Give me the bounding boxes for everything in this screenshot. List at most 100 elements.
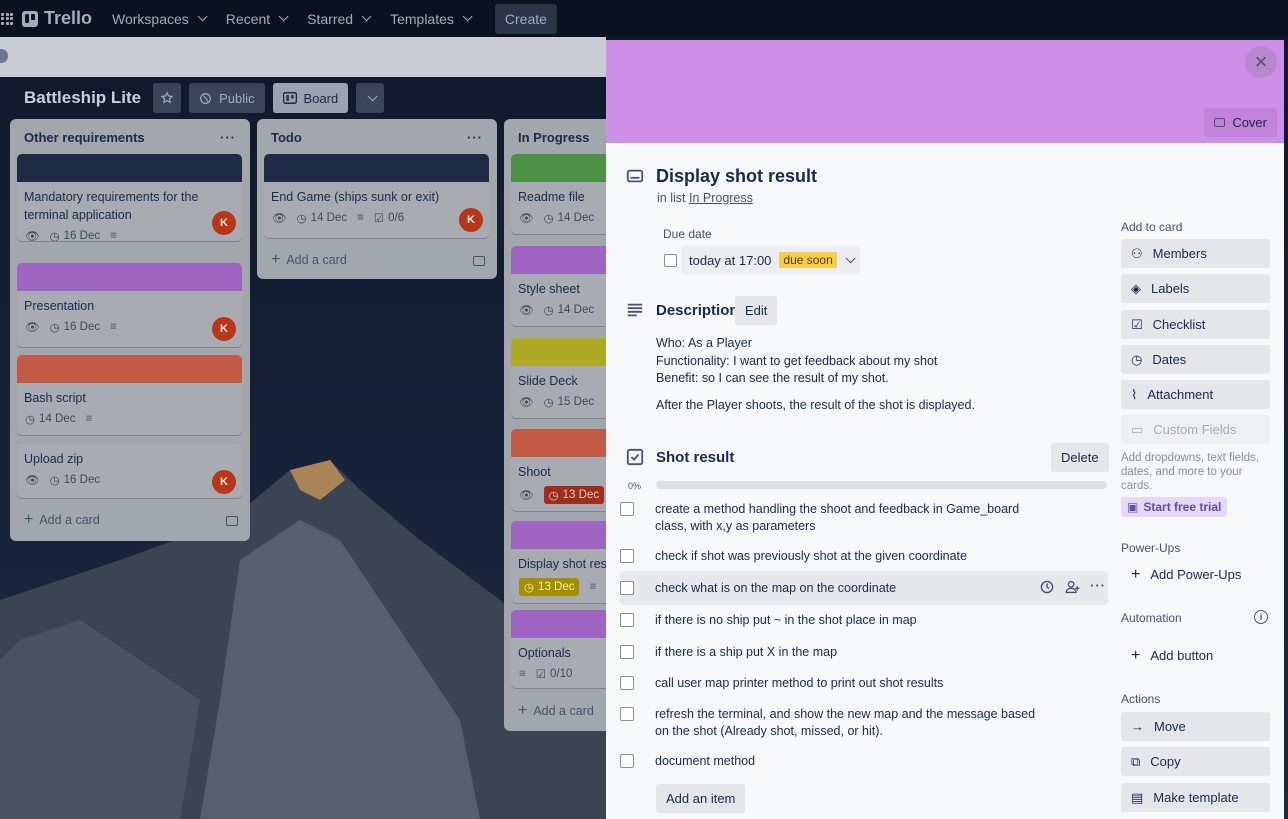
due-date-badge: ◷ 16 Dec	[50, 473, 100, 487]
assign-member-icon[interactable]	[1065, 580, 1080, 594]
card[interactable]: Upload zip 👁 ◷ 16 Dec K	[17, 444, 242, 498]
create-from-template-icon[interactable]	[226, 516, 238, 526]
description-line: Who: As a Player	[656, 336, 752, 350]
copy-button[interactable]: ⧉ Copy	[1121, 747, 1270, 776]
list-title[interactable]: Todo	[271, 130, 302, 145]
item-checkbox[interactable]	[620, 581, 634, 595]
item-checkbox[interactable]	[620, 645, 634, 659]
start-free-trial-button[interactable]: ▣ Start free trial	[1121, 497, 1228, 517]
add-button-button[interactable]: + Add button	[1121, 641, 1270, 670]
checklist-item[interactable]: if there is no ship put ~ in the shot pl…	[620, 612, 1108, 629]
checklist-item[interactable]: create a method handling the shoot and f…	[620, 501, 1108, 535]
checklist-badge: ☑ 0/10	[536, 667, 573, 681]
avatar[interactable]	[0, 49, 8, 63]
starred-menu[interactable]: Starred	[303, 5, 372, 33]
item-checkbox[interactable]	[620, 502, 634, 516]
checklist-item[interactable]: call user map printer method to print ou…	[620, 675, 1108, 692]
list-title[interactable]: Other requirements	[24, 130, 145, 145]
add-card-button[interactable]: + Add a card	[518, 703, 594, 719]
list-menu-icon[interactable]: ···	[220, 130, 236, 145]
due-date-text: 14 Dec	[557, 304, 595, 316]
top-navigation: Trello Workspaces Recent Starred Templat…	[0, 0, 1288, 37]
view-switcher-button[interactable]	[356, 83, 385, 113]
checklist-item[interactable]: document method	[620, 753, 1108, 770]
create-from-template-icon[interactable]	[473, 256, 485, 266]
item-text[interactable]: document method	[655, 753, 755, 770]
item-text[interactable]: call user map printer method to print ou…	[655, 675, 943, 692]
star-button[interactable]	[153, 83, 182, 113]
edit-description-button[interactable]: Edit	[735, 296, 778, 325]
create-button[interactable]: Create	[494, 3, 557, 34]
item-checkbox[interactable]	[620, 707, 634, 721]
item-text[interactable]: refresh the terminal, and show the new m…	[655, 706, 1045, 740]
add-item-button[interactable]: Add an item	[656, 784, 746, 813]
item-text[interactable]: if there is a ship put X in the map	[655, 644, 837, 661]
checklist-button[interactable]: ☑ Checklist	[1121, 310, 1270, 339]
item-text[interactable]: check if shot was previously shot at the…	[655, 548, 967, 565]
info-icon[interactable]: i	[1254, 610, 1268, 624]
card-title[interactable]: Display shot result	[656, 166, 817, 187]
checklist-item[interactable]: check what is on the map on the coordina…	[620, 580, 1108, 597]
app-switcher-icon[interactable]	[1, 12, 13, 25]
item-checkbox[interactable]	[620, 613, 634, 627]
card[interactable]: Mandatory requirements for the terminal …	[17, 154, 242, 241]
card[interactable]: Presentation 👁 ◷ 16 Dec ≡ K	[17, 263, 242, 347]
avatar[interactable]: K	[212, 211, 236, 235]
checklist-item[interactable]: refresh the terminal, and show the new m…	[620, 706, 1108, 740]
custom-fields-hint: Add dropdowns, text fields, dates, and m…	[1121, 452, 1260, 492]
card[interactable]: Bash script ◷ 14 Dec ≡	[17, 355, 242, 435]
checklist-item[interactable]: if there is a ship put X in the map	[620, 644, 1108, 661]
clock-icon[interactable]	[1040, 580, 1054, 594]
chevron-down-icon	[367, 90, 378, 101]
delete-checklist-button[interactable]: Delete	[1051, 443, 1109, 472]
add-card-button[interactable]: + Add a card	[24, 512, 100, 528]
dates-button[interactable]: ◷ Dates	[1121, 345, 1270, 374]
due-complete-checkbox[interactable]	[664, 254, 677, 267]
watching-icon: 👁	[519, 213, 534, 225]
avatar[interactable]: K	[212, 317, 236, 341]
make-template-button[interactable]: ▤ Make template	[1121, 783, 1270, 812]
list-header[interactable]: Todo ···	[257, 119, 497, 155]
add-power-ups-button[interactable]: + Add Power-Ups	[1121, 560, 1270, 589]
board-title[interactable]: Battleship Lite	[24, 88, 141, 108]
checklist-label: Checklist	[1152, 317, 1206, 332]
item-checkbox[interactable]	[620, 549, 634, 563]
item-menu-icon[interactable]: ···	[1090, 578, 1106, 593]
description-body[interactable]: Who: As a Player Functionality: I want t…	[656, 335, 1096, 414]
recent-label: Recent	[225, 10, 271, 27]
board-view-button[interactable]: Board	[272, 83, 349, 113]
members-button[interactable]: ⚇ Members	[1121, 239, 1270, 268]
due-date-badge: ◷ 16 Dec	[50, 229, 100, 241]
checklist-title[interactable]: Shot result	[656, 449, 734, 466]
card-title: Bash script	[24, 391, 86, 405]
move-button[interactable]: → Move	[1121, 712, 1270, 741]
trello-logo[interactable]: Trello	[22, 8, 92, 29]
item-text[interactable]: check what is on the map on the coordina…	[655, 580, 896, 597]
item-text[interactable]: create a method handling the shoot and f…	[655, 501, 1045, 535]
visibility-button[interactable]: Public	[189, 83, 265, 113]
item-checkbox[interactable]	[620, 676, 634, 690]
close-button[interactable]: ×	[1245, 46, 1277, 78]
list-menu-icon[interactable]: ···	[467, 130, 483, 145]
card[interactable]: End Game (ships sunk or exit) 👁 ◷ 14 Dec …	[264, 154, 489, 238]
item-checkbox[interactable]	[620, 754, 634, 768]
copy-label: Copy	[1150, 754, 1181, 769]
list-title[interactable]: In Progress	[518, 130, 590, 145]
list-link[interactable]: In Progress	[689, 191, 753, 205]
labels-button[interactable]: ◈ Labels	[1121, 274, 1270, 303]
cover-button[interactable]: Cover	[1204, 108, 1277, 137]
due-date-value: today at 17:00	[689, 252, 772, 268]
trello-logo-icon	[22, 10, 38, 27]
recent-menu[interactable]: Recent	[222, 5, 289, 33]
templates-menu[interactable]: Templates	[386, 5, 473, 33]
due-date-button[interactable]: today at 17:00 due soon	[681, 246, 860, 274]
workspaces-menu[interactable]: Workspaces	[108, 5, 208, 33]
description-title: Description	[656, 302, 739, 319]
checklist-item[interactable]: check if shot was previously shot at the…	[620, 548, 1108, 565]
attachment-button[interactable]: ⌇ Attachment	[1121, 380, 1270, 409]
avatar[interactable]: K	[459, 208, 483, 232]
item-text[interactable]: if there is no ship put ~ in the shot pl…	[655, 612, 917, 629]
avatar[interactable]: K	[212, 470, 236, 494]
add-card-button[interactable]: + Add a card	[271, 252, 347, 268]
list-header[interactable]: Other requirements ···	[10, 119, 250, 155]
